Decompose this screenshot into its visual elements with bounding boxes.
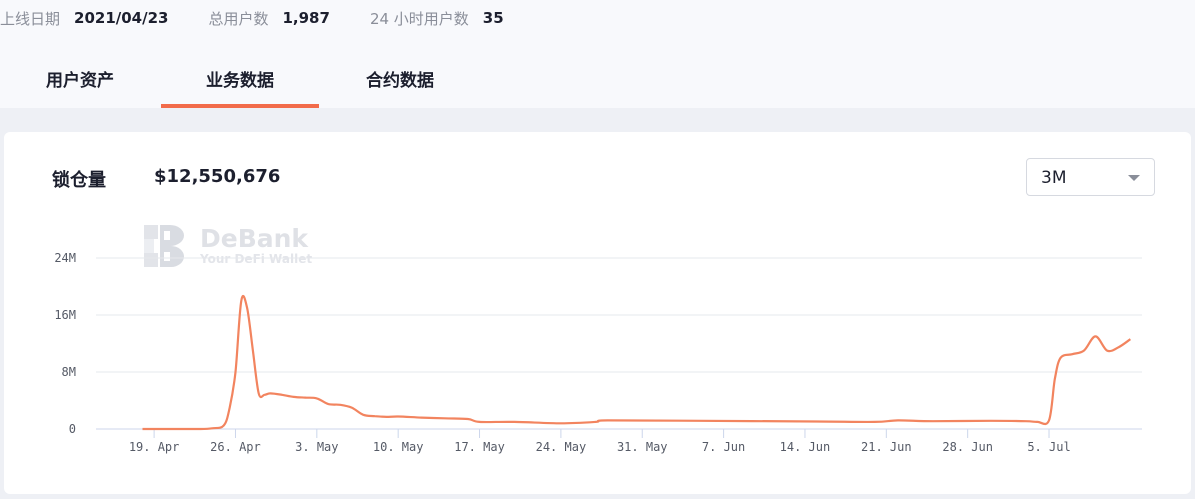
stat-label: 总用户数 [208,9,269,28]
stat-24h-users: 24 小时用户数 35 [370,8,504,29]
tab-bar: 用户资产 业务数据 合约数据 [0,58,480,108]
x-tick-label: 7. Jun [702,440,745,454]
y-tick-label: 16M [54,308,76,322]
x-tick-label: 10. May [373,440,424,454]
tab-user-assets[interactable]: 用户资产 [0,58,160,108]
stat-label: 24 小时用户数 [369,9,469,28]
stat-label: 上线日期 [0,9,61,28]
stat-launch-date: 上线日期 2021/04/23 [0,8,168,29]
x-tick-label: 26. Apr [210,440,261,454]
y-tick-label: 8M [62,365,76,379]
stat-value: 35 [482,9,504,27]
x-tick-label: 5. Jul [1027,440,1070,454]
tvl-line-chart: 0 8M 16M 24M 19. Apr 26. Apr 3. May 10. May 17. … [54,251,1142,454]
x-tick-label: 28. Jun [942,440,993,454]
stat-value: 1,987 [282,9,330,27]
y-tick-label: 0 [69,422,76,436]
tab-business-data[interactable]: 业务数据 [160,58,320,108]
x-tick-label: 31. May [617,440,668,454]
x-tick-label: 14. Jun [780,440,831,454]
series-line [142,295,1132,431]
x-tick-label: 17. May [454,440,505,454]
stat-total-users: 总用户数 1,987 [208,8,329,29]
x-tick-label: 21. Jun [861,440,912,454]
tvl-card: 锁仓量 $12,550,676 3M DeBank Your DeFi Wall… [4,132,1191,494]
stat-value: 2021/04/23 [74,9,169,27]
header-area: 上线日期 2021/04/23 总用户数 1,987 24 小时用户数 35 用… [0,0,1195,108]
x-tick-label: 19. Apr [129,440,180,454]
stats-bar: 上线日期 2021/04/23 总用户数 1,987 24 小时用户数 35 [0,8,544,28]
x-tick-label: 24. May [536,440,587,454]
y-tick-label: 24M [54,251,76,265]
tab-contract-data[interactable]: 合约数据 [320,58,480,108]
x-tick-label: 3. May [295,440,338,454]
